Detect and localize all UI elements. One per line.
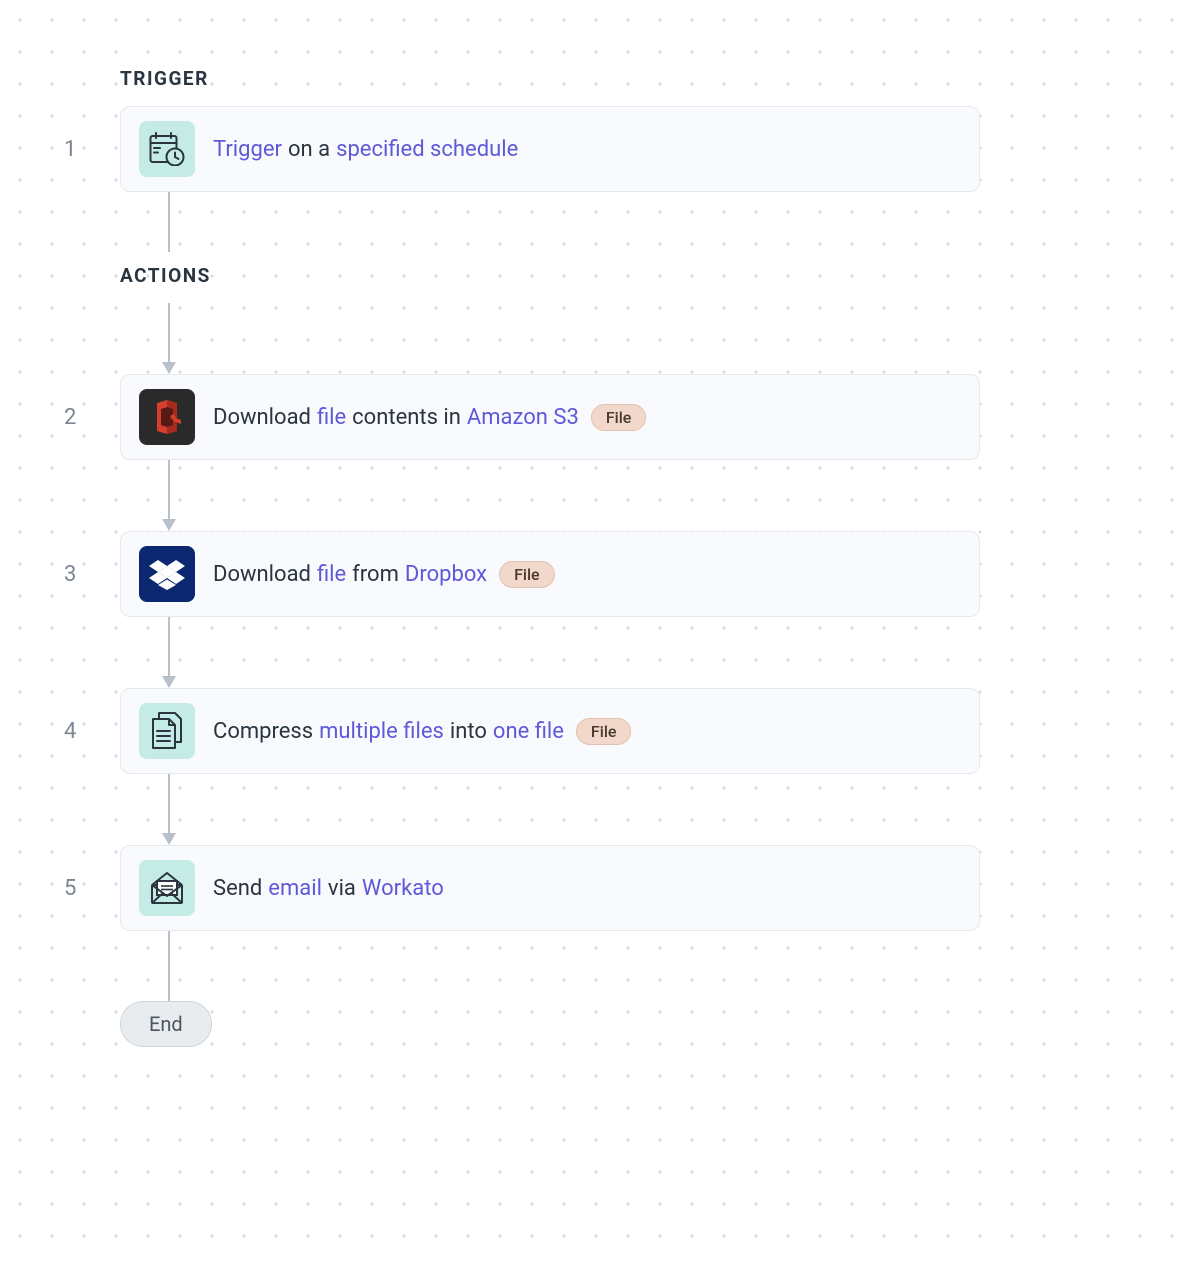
workflow-canvas: TRIGGER 1 Trigger on a specified schedul… — [60, 67, 1186, 1047]
step-row: 3 Download file from DropboxFile — [60, 531, 1186, 617]
connector-arrow — [163, 460, 175, 531]
connector-arrow — [163, 774, 175, 845]
trigger-card[interactable]: Trigger on a specified schedule — [120, 106, 980, 192]
step-row: 4 Compress multiple files into one fileF… — [60, 688, 1186, 774]
amazon-s3-icon — [139, 389, 195, 445]
step-row: 1 Trigger on a specified schedule — [60, 106, 1186, 192]
connector-line — [163, 931, 175, 1001]
connector-line — [163, 192, 175, 252]
dropbox-icon — [139, 546, 195, 602]
action-card[interactable]: Send email via Workato — [120, 845, 980, 931]
connector-arrow — [163, 617, 175, 688]
step-description: Send email via Workato — [213, 876, 444, 901]
files-icon — [139, 703, 195, 759]
action-card[interactable]: Download file contents in Amazon S3File — [120, 374, 980, 460]
step-description: Trigger on a specified schedule — [213, 137, 518, 162]
step-number: 4 — [60, 719, 120, 744]
step-number: 1 — [60, 137, 120, 162]
action-card[interactable]: Compress multiple files into one fileFil… — [120, 688, 980, 774]
email-icon — [139, 860, 195, 916]
step-row: 2 Download file contents in Amazon S3Fil… — [60, 374, 1186, 460]
step-description: Download file from DropboxFile — [213, 561, 555, 588]
schedule-icon — [139, 121, 195, 177]
connector-arrow — [163, 303, 175, 374]
file-badge: File — [576, 718, 632, 745]
step-number: 2 — [60, 405, 120, 430]
file-badge: File — [499, 561, 555, 588]
step-description: Download file contents in Amazon S3File — [213, 404, 646, 431]
action-card[interactable]: Download file from DropboxFile — [120, 531, 980, 617]
file-badge: File — [591, 404, 647, 431]
step-number: 5 — [60, 876, 120, 901]
actions-section-label: ACTIONS — [120, 264, 1186, 287]
step-row: 5 Send email via Workato — [60, 845, 1186, 931]
step-number: 3 — [60, 562, 120, 587]
end-pill[interactable]: End — [120, 1001, 212, 1047]
step-description: Compress multiple files into one fileFil… — [213, 718, 631, 745]
trigger-section-label: TRIGGER — [120, 67, 1186, 90]
